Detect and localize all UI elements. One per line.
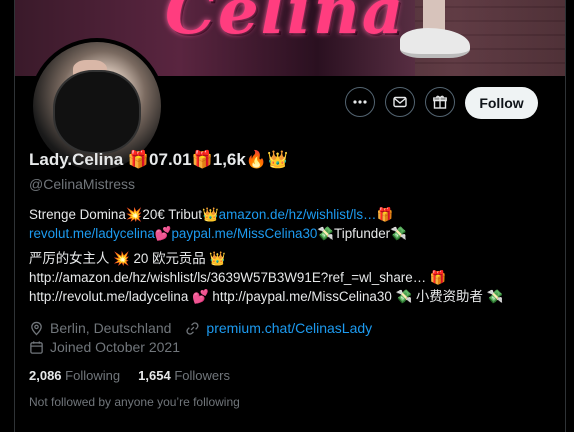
bio-emoji: 💕 [154,226,172,241]
bio-link-revolut[interactable]: revolut.me/ladycelina [29,226,155,241]
gift-button[interactable] [425,87,455,117]
bio-line-2: revolut.me/ladycelina💕paypal.me/MissCeli… [29,224,554,243]
link-icon [186,321,199,335]
more-button[interactable] [345,87,375,117]
mail-icon [393,96,407,108]
display-name: Lady.Celina 🎁07.01🎁1,6k🔥👑 [29,150,289,169]
bio-line-5: http://revolut.me/ladycelina 💕 http://pa… [29,289,504,304]
bio-text: 💸Tipfunder💸 [317,226,407,241]
location-text: Berlin, Deutschland [50,320,172,336]
user-handle: @CelinaMistress [29,176,136,192]
more-dots-icon [353,100,367,104]
profile-column: Celina Follow Lady.Celina 🎁07.01🎁1,6k🔥👑 … [14,0,566,432]
profile-meta-row: Berlin, Deutschland premium.chat/Celinas… [29,320,372,336]
website-link[interactable]: premium.chat/CelinasLady [206,320,372,336]
follow-button[interactable]: Follow [465,87,538,119]
joined-text: Joined October 2021 [50,339,180,355]
bio-text: Strenge Domina💥20€ Tribut👑 [29,207,219,222]
location-pin-icon [31,321,42,336]
not-followed-note: Not followed by anyone you’re following [29,395,240,409]
following-count[interactable]: 2,086 Following [29,368,120,383]
joined-row: Joined October 2021 [29,339,180,355]
bio-link-paypal[interactable]: paypal.me/MissCelina30 [171,226,317,241]
bio-emoji: 🎁 [376,207,394,222]
bio-line-1: Strenge Domina💥20€ Tribut👑amazon.de/hz/w… [29,205,554,224]
message-button[interactable] [385,87,415,117]
bio-link-amazon[interactable]: amazon.de/hz/wishlist/ls… [219,207,377,222]
gift-icon [433,95,447,109]
profile-bio: Strenge Domina💥20€ Tribut👑amazon.de/hz/w… [29,205,554,306]
calendar-icon [30,340,43,354]
bio-line-4: http://amazon.de/hz/wishlist/ls/3639W57B… [29,270,447,285]
avatar-figure-decoration [55,72,139,152]
banner-title: Celina [165,0,406,49]
bio-line-3: 严厉的女主人 💥 20 欧元贡品 👑 [29,251,227,266]
follow-counts: 2,086 Following 1,654 Followers [29,368,230,383]
followers-count[interactable]: 1,654 Followers [138,368,230,383]
